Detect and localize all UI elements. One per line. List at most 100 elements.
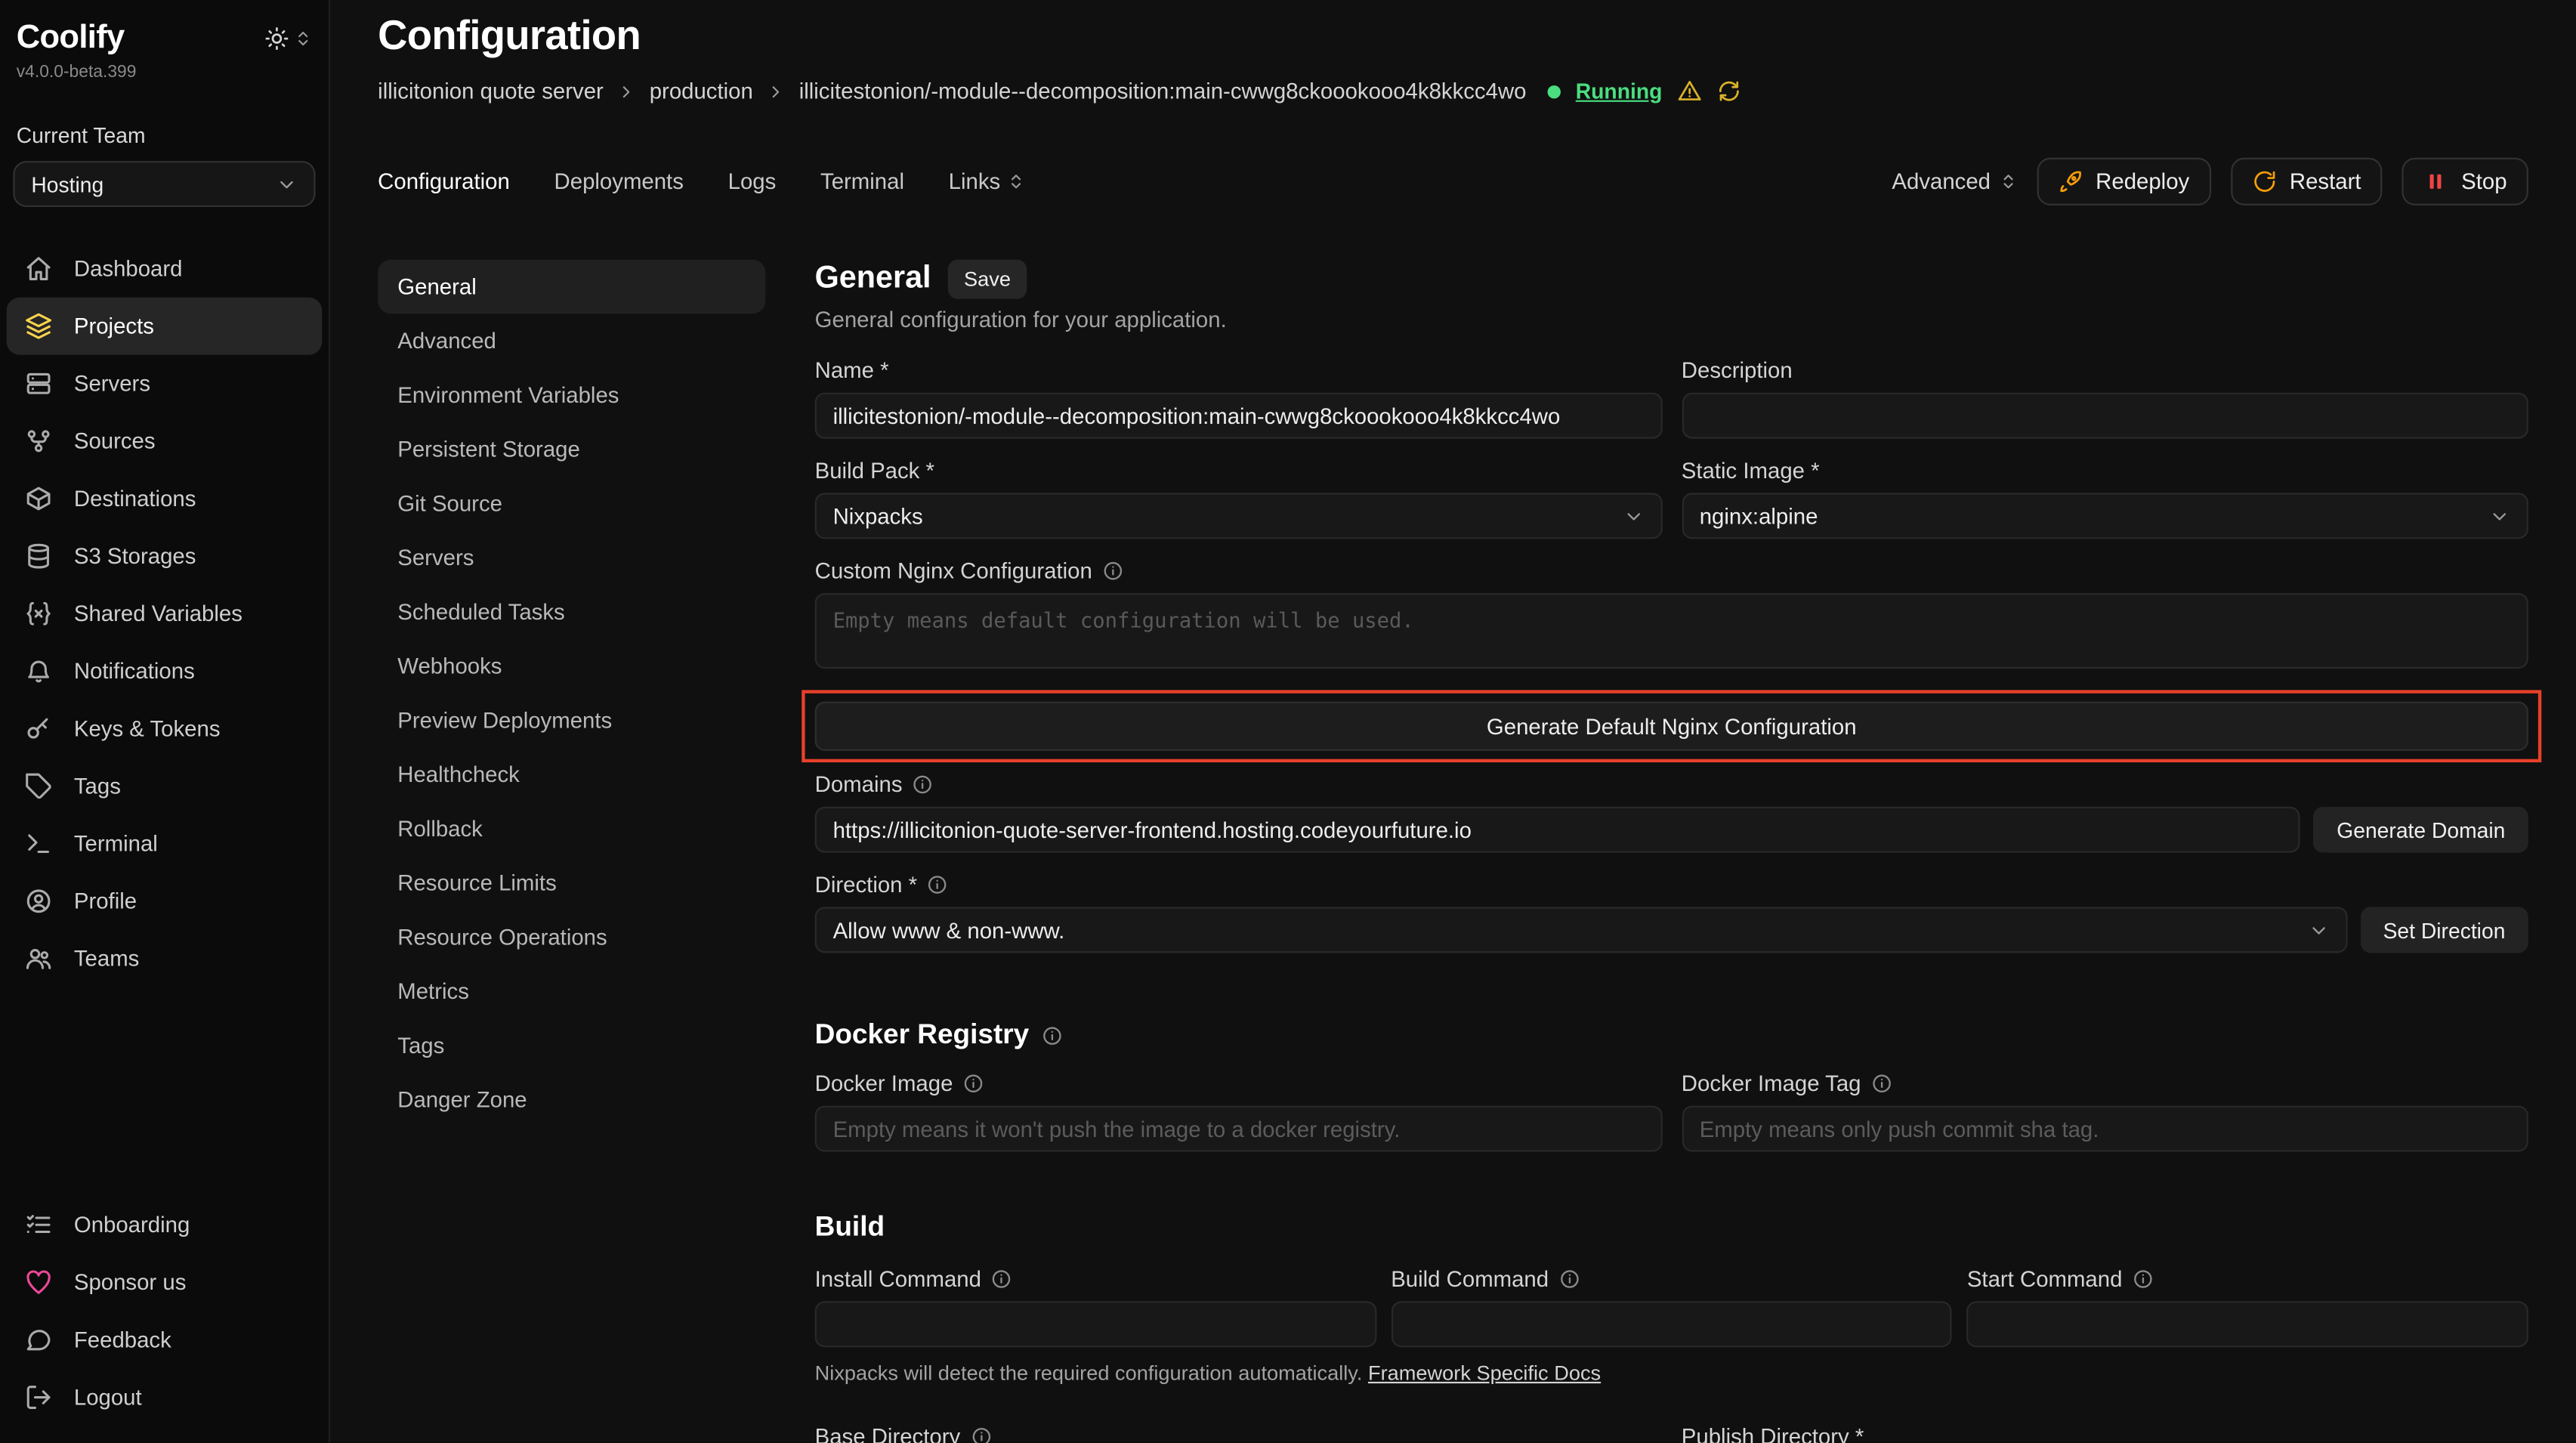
description-input[interactable] <box>1682 393 2528 439</box>
subnav-item-metrics[interactable]: Metrics <box>378 965 765 1019</box>
advanced-dropdown[interactable]: Advanced <box>1892 169 2016 194</box>
breadcrumb-environment[interactable]: production <box>650 79 753 104</box>
generate-nginx-config-button[interactable]: Generate Default Nginx Configuration <box>815 702 2528 751</box>
subnav-item-servers[interactable]: Servers <box>378 530 765 585</box>
tab-terminal[interactable]: Terminal <box>820 169 904 194</box>
status-badge[interactable]: Running <box>1576 79 1663 104</box>
subnav-item-resource-limits[interactable]: Resource Limits <box>378 856 765 910</box>
variable-icon <box>25 600 53 628</box>
docker-image-input[interactable] <box>815 1106 1662 1152</box>
subnav-item-healthcheck[interactable]: Healthcheck <box>378 747 765 802</box>
breadcrumb-application[interactable]: illicitestonion/-module--decomposition:m… <box>799 79 1527 104</box>
team-select[interactable]: Hosting <box>13 161 315 207</box>
tab-deployments[interactable]: Deployments <box>554 169 684 194</box>
sidebar-item-notifications[interactable]: Notifications <box>7 642 323 700</box>
build-pack-select[interactable]: Nixpacks <box>815 493 1662 539</box>
subnav-item-webhooks[interactable]: Webhooks <box>378 639 765 694</box>
tabs-row: Configuration Deployments Logs Terminal … <box>378 158 2528 205</box>
sidebar-item-label: Projects <box>74 314 154 338</box>
sidebar-item-logout[interactable]: Logout <box>7 1369 323 1426</box>
build-command-input[interactable] <box>1391 1301 1952 1347</box>
tab-configuration[interactable]: Configuration <box>378 169 510 194</box>
chat-bubble-icon <box>25 1326 53 1354</box>
updown-chevron-icon <box>294 29 312 48</box>
framework-docs-link[interactable]: Framework Specific Docs <box>1368 1362 1601 1385</box>
info-icon[interactable] <box>1042 1024 1064 1046</box>
sidebar-item-label: Profile <box>74 889 137 914</box>
sidebar-item-projects[interactable]: Projects <box>7 298 323 355</box>
info-icon[interactable] <box>1558 1268 1580 1290</box>
restart-icon <box>2252 169 2277 194</box>
direction-select[interactable]: Allow www & non-www. <box>815 907 2347 953</box>
redeploy-button[interactable]: Redeploy <box>2037 158 2211 205</box>
static-image-select[interactable]: nginx:alpine <box>1682 493 2528 539</box>
subnav-item-advanced[interactable]: Advanced <box>378 314 765 368</box>
theme-toggle[interactable] <box>264 26 312 51</box>
database-icon <box>25 542 53 570</box>
warning-icon[interactable] <box>1677 79 1702 104</box>
breadcrumb-project[interactable]: illicitonion quote server <box>378 79 604 104</box>
sidebar-item-teams[interactable]: Teams <box>7 930 323 987</box>
sidebar-item-label: Servers <box>74 371 150 396</box>
refresh-status-icon[interactable] <box>1716 79 1741 104</box>
nginx-config-textarea[interactable] <box>815 593 2528 669</box>
sidebar-item-sources[interactable]: Sources <box>7 413 323 470</box>
subnav-item-scheduled-tasks[interactable]: Scheduled Tasks <box>378 585 765 639</box>
status-dot <box>1548 85 1561 97</box>
install-command-input[interactable] <box>815 1301 1376 1347</box>
sidebar-item-label: Teams <box>74 947 139 972</box>
restart-label: Restart <box>2290 169 2361 194</box>
info-icon[interactable] <box>927 874 948 895</box>
subnav-item-preview-deployments[interactable]: Preview Deployments <box>378 694 765 748</box>
chevron-down-icon <box>2308 919 2329 941</box>
user-circle-icon <box>25 887 53 915</box>
info-icon[interactable] <box>1102 561 1123 582</box>
subnav-item-general[interactable]: General <box>378 260 765 314</box>
subnav-item-rollback[interactable]: Rollback <box>378 802 765 856</box>
sidebar-item-shared-variables[interactable]: Shared Variables <box>7 585 323 642</box>
info-icon[interactable] <box>991 1268 1012 1290</box>
sidebar-item-label: Terminal <box>74 831 158 856</box>
sidebar-item-keys-tokens[interactable]: Keys & Tokens <box>7 700 323 757</box>
start-command-input[interactable] <box>1967 1301 2528 1347</box>
tab-logs[interactable]: Logs <box>728 169 777 194</box>
sidebar-item-servers[interactable]: Servers <box>7 355 323 413</box>
subnav-item-danger-zone[interactable]: Danger Zone <box>378 1073 765 1127</box>
subnav-item-tags[interactable]: Tags <box>378 1018 765 1073</box>
sidebar: Coolify v4.0.0-beta.399 Current Team Hos… <box>0 0 330 1442</box>
tab-links[interactable]: Links <box>949 169 1025 194</box>
nginx-config-label: Custom Nginx Configuration <box>815 558 1092 583</box>
save-button[interactable]: Save <box>947 260 1027 299</box>
domains-input[interactable] <box>815 807 2301 853</box>
sidebar-item-sponsor-us[interactable]: Sponsor us <box>7 1253 323 1311</box>
docker-image-tag-input[interactable] <box>1682 1106 2528 1152</box>
install-command-label: Install Command <box>815 1267 981 1292</box>
info-icon[interactable] <box>2132 1268 2153 1290</box>
sidebar-item-onboarding[interactable]: Onboarding <box>7 1196 323 1253</box>
set-direction-button[interactable]: Set Direction <box>2360 907 2528 953</box>
docker-registry-title: Docker Registry <box>815 1018 1030 1051</box>
sidebar-item-dashboard[interactable]: Dashboard <box>7 240 323 298</box>
info-icon[interactable] <box>962 1073 984 1094</box>
subnav-item-git-source[interactable]: Git Source <box>378 477 765 531</box>
sidebar-item-feedback[interactable]: Feedback <box>7 1311 323 1368</box>
restart-button[interactable]: Restart <box>2231 158 2383 205</box>
sidebar-item-terminal[interactable]: Terminal <box>7 815 323 873</box>
sidebar-item-profile[interactable]: Profile <box>7 873 323 930</box>
sidebar-item-tags[interactable]: Tags <box>7 758 323 815</box>
sidebar-item-label: Tags <box>74 774 121 799</box>
sidebar-item-destinations[interactable]: Destinations <box>7 470 323 527</box>
info-icon[interactable] <box>1871 1073 1892 1094</box>
subnav-item-environment-variables[interactable]: Environment Variables <box>378 368 765 422</box>
sidebar-item-label: Sources <box>74 429 156 454</box>
generate-domain-button[interactable]: Generate Domain <box>2314 807 2528 853</box>
static-image-label: Static Image * <box>1682 459 1820 484</box>
subnav-item-resource-operations[interactable]: Resource Operations <box>378 910 765 965</box>
stop-button[interactable]: Stop <box>2402 158 2528 205</box>
info-icon[interactable] <box>970 1426 991 1443</box>
name-input[interactable] <box>815 393 1662 439</box>
sidebar-item-s3-storages[interactable]: S3 Storages <box>7 527 323 585</box>
info-icon[interactable] <box>913 774 934 795</box>
subnav-item-persistent-storage[interactable]: Persistent Storage <box>378 422 765 477</box>
sidebar-footer-nav: Onboarding Sponsor us Feedback Logout <box>0 1196 329 1426</box>
